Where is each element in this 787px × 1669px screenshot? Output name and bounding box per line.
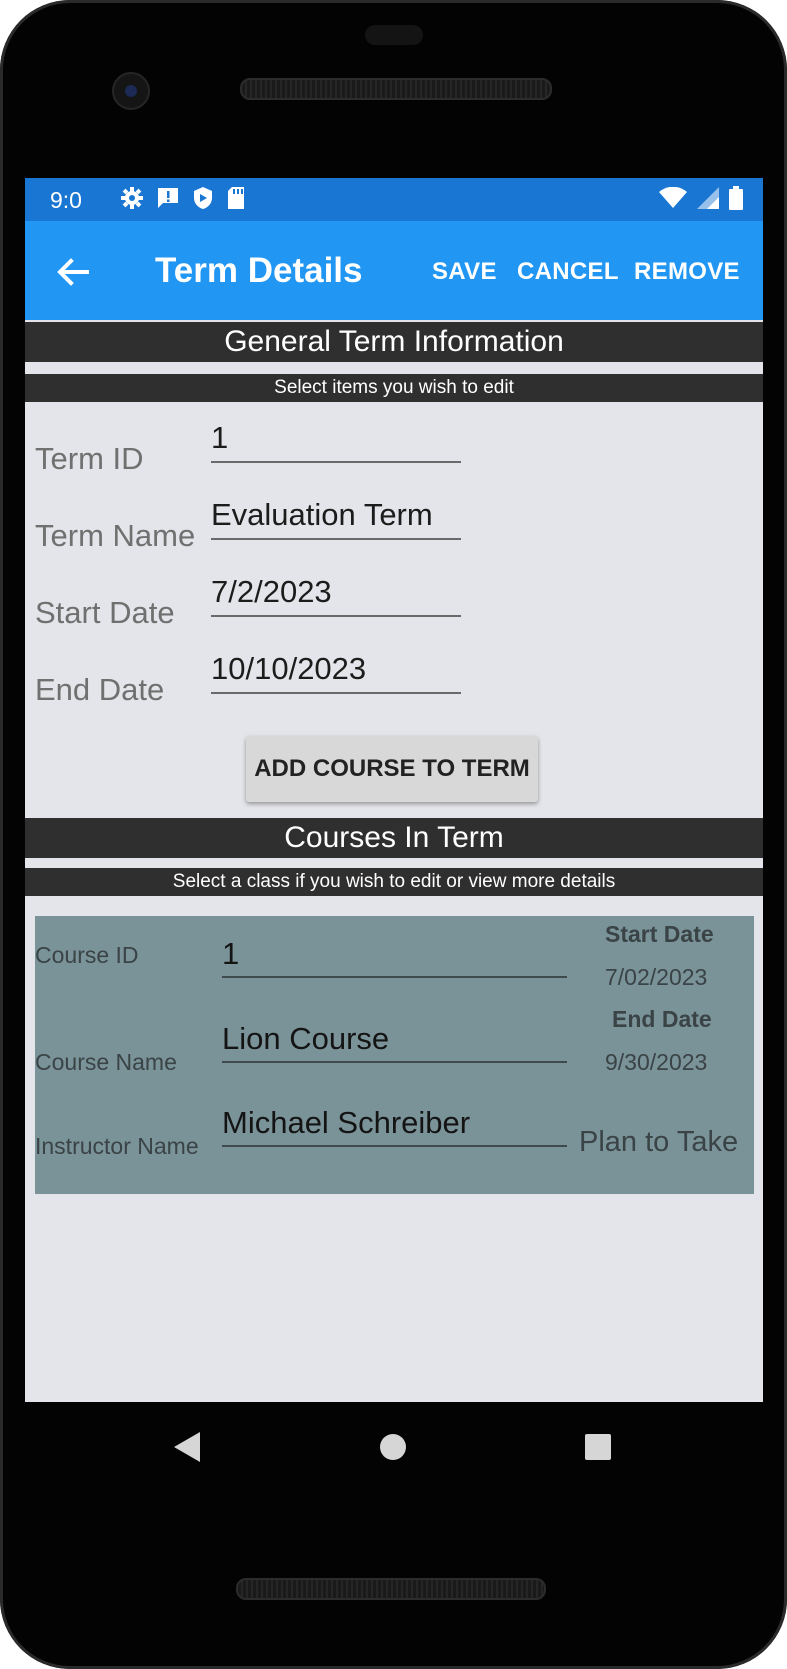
shield-icon bbox=[194, 187, 212, 209]
phone-frame: 9:0 Term Details SAVE CANCEL REMOVE Gene… bbox=[0, 0, 787, 1669]
general-section-header: General Term Information bbox=[25, 322, 763, 362]
status-icons-right bbox=[659, 186, 743, 210]
home-circle-icon[interactable] bbox=[379, 1433, 407, 1461]
start-date-input[interactable]: 7/2/2023 bbox=[211, 569, 461, 617]
app-screen: 9:0 Term Details SAVE CANCEL REMOVE Gene… bbox=[25, 178, 763, 1402]
battery-icon bbox=[729, 186, 743, 210]
save-button[interactable]: SAVE bbox=[432, 258, 497, 286]
course-start-date-value: 7/02/2023 bbox=[605, 964, 708, 990]
back-triangle-icon[interactable] bbox=[172, 1430, 202, 1464]
course-status: Plan to Take bbox=[579, 1126, 739, 1158]
term-name-input[interactable]: Evaluation Term bbox=[211, 492, 461, 540]
course-name-input[interactable]: Lion Course bbox=[222, 1017, 567, 1063]
wifi-icon bbox=[659, 187, 687, 208]
status-time: 9:0 bbox=[50, 187, 82, 213]
course-card[interactable]: Course ID 1 Course Name Lion Course Inst… bbox=[35, 916, 754, 1194]
front-camera bbox=[112, 72, 150, 110]
course-id-label: Course ID bbox=[35, 942, 139, 968]
courses-section-header: Courses In Term bbox=[25, 818, 763, 858]
remove-button[interactable]: REMOVE bbox=[634, 258, 740, 286]
term-name-label: Term Name bbox=[35, 518, 196, 553]
alert-icon bbox=[158, 188, 178, 208]
term-id-label: Term ID bbox=[35, 441, 144, 476]
courses-section-subtitle: Select a class if you wish to edit or vi… bbox=[25, 868, 763, 896]
top-notch bbox=[365, 25, 423, 45]
end-date-input[interactable]: 10/10/2023 bbox=[211, 646, 461, 694]
back-arrow-icon[interactable] bbox=[53, 252, 93, 292]
add-course-button[interactable]: ADD COURSE TO TERM bbox=[246, 736, 538, 802]
end-date-label: End Date bbox=[35, 672, 165, 707]
gear-icon bbox=[121, 187, 143, 209]
signal-icon bbox=[697, 187, 719, 209]
course-start-date-label: Start Date bbox=[605, 921, 714, 947]
instructor-name-label: Instructor Name bbox=[35, 1133, 199, 1159]
course-name-label: Course Name bbox=[35, 1049, 177, 1075]
term-id-input[interactable]: 1 bbox=[211, 415, 461, 463]
start-date-label: Start Date bbox=[35, 595, 175, 630]
bottom-speaker bbox=[236, 1578, 546, 1600]
instructor-name-input[interactable]: Michael Schreiber bbox=[222, 1101, 567, 1147]
recents-square-icon[interactable] bbox=[584, 1433, 612, 1461]
navigation-bar bbox=[0, 1402, 787, 1492]
status-icons-left bbox=[120, 186, 246, 210]
course-id-input[interactable]: 1 bbox=[222, 932, 567, 978]
sdcard-icon bbox=[228, 187, 244, 209]
app-bar: Term Details SAVE CANCEL REMOVE bbox=[25, 221, 763, 320]
page-title: Term Details bbox=[155, 251, 363, 290]
earpiece-speaker bbox=[240, 78, 552, 100]
status-bar: 9:0 bbox=[25, 178, 763, 221]
general-section-subtitle: Select items you wish to edit bbox=[25, 374, 763, 402]
course-end-date-label: End Date bbox=[612, 1006, 712, 1032]
course-end-date-value: 9/30/2023 bbox=[605, 1049, 708, 1075]
cancel-button[interactable]: CANCEL bbox=[517, 258, 619, 286]
